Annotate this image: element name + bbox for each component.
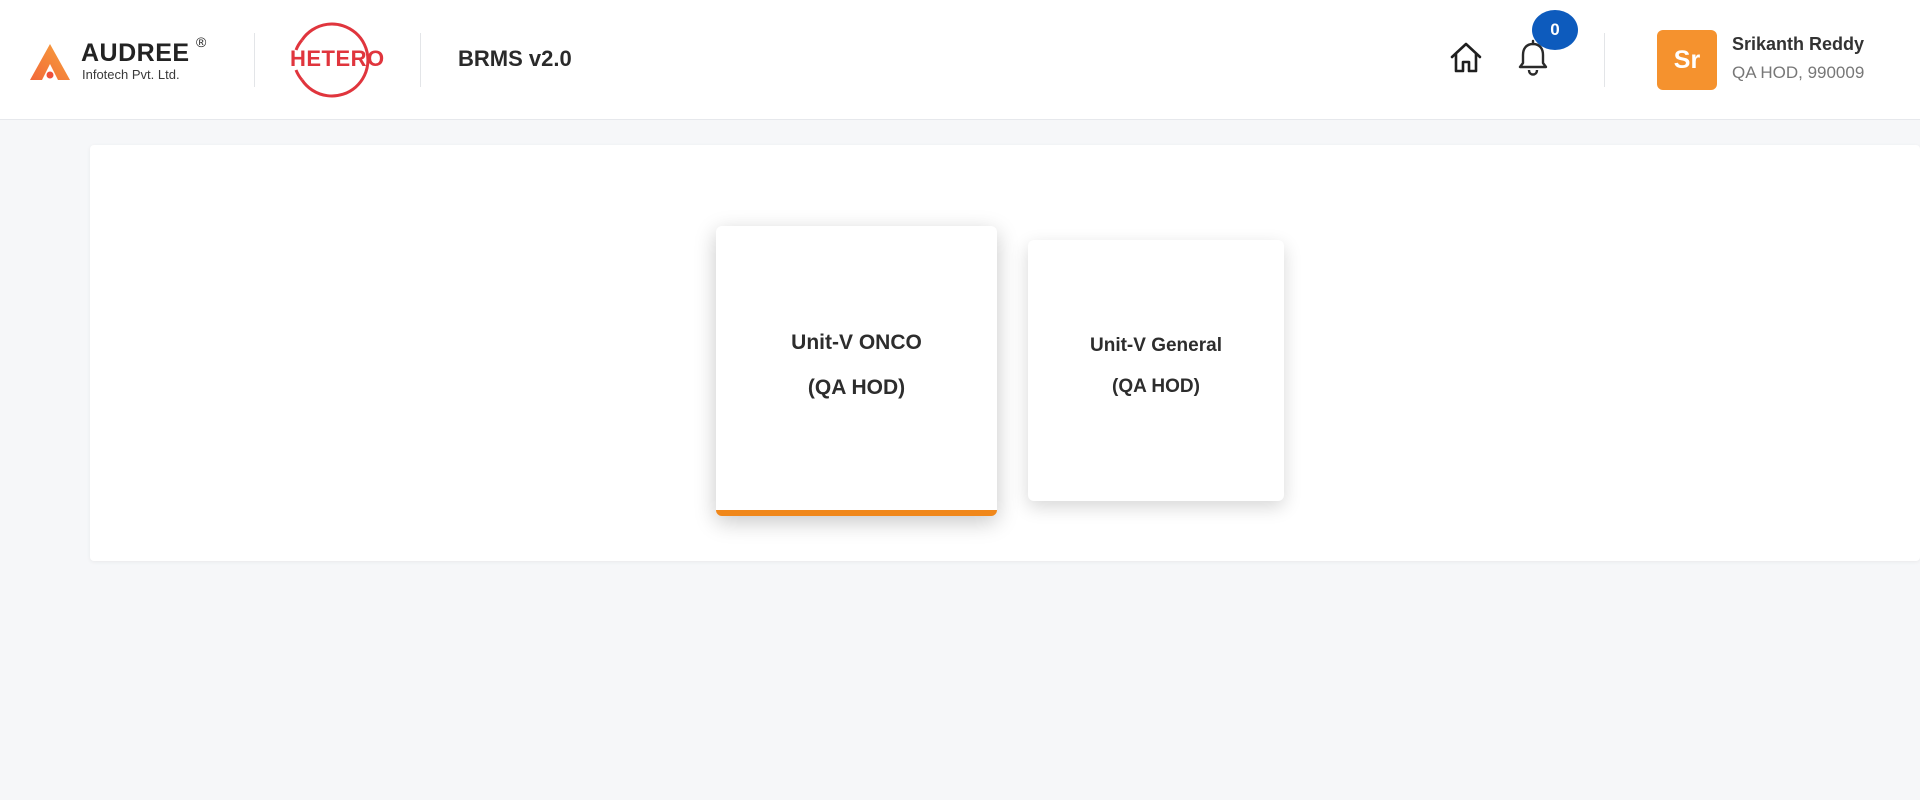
user-role: QA HOD, 990009 (1732, 63, 1865, 82)
audree-logo-icon (30, 44, 70, 80)
unit-card-general[interactable]: Unit-V General (QA HOD) (1028, 240, 1284, 501)
unit-card-title: Unit-V General (1090, 335, 1222, 356)
header-divider (420, 33, 421, 87)
audree-wordmark: AUDREE (81, 39, 190, 67)
home-button[interactable] (1447, 39, 1485, 77)
user-avatar[interactable]: Sr (1657, 30, 1717, 90)
app-title: BRMS v2.0 (458, 46, 572, 71)
hetero-wordmark: HETERO (290, 46, 385, 71)
header-divider (1604, 33, 1605, 87)
unit-card-onco[interactable]: Unit-V ONCO (QA HOD) (716, 226, 997, 516)
home-icon (1450, 42, 1482, 73)
audree-logo[interactable]: AUDREE ® Infotech Pvt. Ltd. (30, 34, 220, 86)
hetero-logo: HETERO (290, 22, 385, 98)
unit-card-role: (QA HOD) (1112, 376, 1200, 397)
unit-selection-panel: Unit-V ONCO (QA HOD) Unit-V General (QA … (90, 145, 1920, 561)
registered-mark: ® (196, 34, 207, 50)
unit-card-role: (QA HOD) (807, 376, 906, 399)
user-name[interactable]: Srikanth Reddy (1732, 32, 1864, 56)
notification-count-badge[interactable]: 0 (1532, 10, 1578, 50)
unit-card-title: Unit-V ONCO (791, 331, 922, 354)
top-header: AUDREE ® Infotech Pvt. Ltd. HETERO BRMS … (0, 0, 1920, 120)
header-divider (254, 33, 255, 87)
audree-subtitle: Infotech Pvt. Ltd. (82, 67, 180, 82)
